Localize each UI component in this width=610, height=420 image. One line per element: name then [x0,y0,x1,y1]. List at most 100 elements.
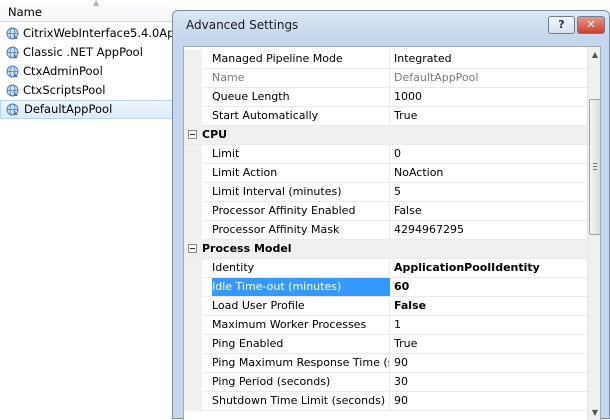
scroll-thumb[interactable] [589,99,600,235]
app-pool-icon [6,27,19,40]
app-pool-name: CtxAdminPool [23,64,103,78]
property-name: Ping Maximum Response Time (seconds) [212,354,390,372]
property-row[interactable]: Start Automatically True [184,107,587,126]
app-pool-icon [6,65,19,78]
property-row[interactable]: Limit Action NoAction [184,164,587,183]
grip-icon [593,163,597,170]
property-value[interactable]: DefaultAppPool [394,69,584,87]
dialog-title: Advanced Settings [186,18,299,32]
app-pool-name: Classic .NET AppPool [23,45,143,59]
property-name: Name [212,69,390,87]
row-gutter [184,88,202,107]
row-gutter [184,221,202,240]
property-row[interactable]: Queue Length 1000 [184,88,587,107]
property-name: Shutdown Time Limit (seconds) [212,392,390,410]
property-value[interactable]: ApplicationPoolIdentity [394,259,584,277]
app-pool-icon [6,84,19,97]
row-gutter [184,202,202,221]
property-row[interactable]: Ping Period (seconds) 30 [184,373,587,392]
property-name: Ping Enabled [212,335,390,353]
row-gutter [184,354,202,373]
property-row[interactable]: Processor Affinity Enabled False [184,202,587,221]
property-row[interactable]: Idle Time-out (minutes) 60 [184,278,587,297]
app-pool-list: CitrixWebInterface5.4.0AppPool Classic .N… [0,24,180,119]
app-pool-icon [6,103,19,116]
app-pool-icon [6,46,19,59]
row-gutter [184,164,202,183]
collapse-icon[interactable] [188,130,197,139]
property-row[interactable]: Ping Enabled True [184,335,587,354]
app-pool-item[interactable]: CtxAdminPool [0,62,180,81]
property-row[interactable]: Maximum Worker Processes 1 [184,316,587,335]
property-row[interactable]: Name DefaultAppPool [184,69,587,88]
row-gutter [184,259,202,278]
property-name: Identity [212,259,390,277]
app-pool-item[interactable]: Classic .NET AppPool [0,43,180,62]
property-value[interactable]: 30 [394,373,584,391]
property-value[interactable]: Integrated [394,50,584,68]
property-value[interactable]: 90 [394,354,584,372]
property-name: Limit Action [212,164,390,182]
app-pool-name: DefaultAppPool [24,102,113,116]
advanced-settings-dialog: Advanced Settings ? ✕ Managed Pipeline M… [172,10,610,420]
property-value[interactable]: 0 [394,145,584,163]
property-name: Limit Interval (minutes) [212,183,390,201]
category-process-model[interactable]: Process Model [184,240,587,259]
property-value[interactable]: 5 [394,183,584,201]
collapse-icon[interactable] [188,244,197,253]
close-button[interactable]: ✕ [577,16,605,34]
property-name: Managed Pipeline Mode [212,50,390,68]
property-value[interactable]: True [394,107,584,125]
property-value[interactable]: 90 [394,392,584,410]
category-label: CPU [202,128,228,141]
category-cpu[interactable]: CPU [184,126,587,145]
name-column-header[interactable]: ▲ Name [0,0,180,22]
property-row[interactable]: Processor Affinity Mask 4294967295 [184,221,587,240]
app-pool-item[interactable]: DefaultAppPool [0,100,180,119]
row-gutter [184,335,202,354]
property-row[interactable]: Managed Pipeline Mode Integrated [184,50,587,69]
property-grid: Managed Pipeline Mode Integrated Name Defau… [183,46,601,420]
property-row[interactable]: Limit Interval (minutes) 5 [184,183,587,202]
property-value[interactable]: NoAction [394,164,584,182]
property-row[interactable]: Ping Maximum Response Time (seconds)90 [184,354,587,373]
row-gutter [184,297,202,316]
app-pool-name: CitrixWebInterface5.4.0AppPool [23,26,180,40]
scroll-up-arrow-icon[interactable]: ▲ [588,47,600,63]
property-value[interactable]: 4294967295 [394,221,584,239]
property-value[interactable]: False [394,202,584,220]
property-name: Idle Time-out (minutes) [212,278,390,296]
category-label: Process Model [202,242,292,255]
property-row[interactable]: Limit 0 [184,145,587,164]
vertical-scrollbar[interactable]: ▲ ▼ [587,47,600,420]
help-button[interactable]: ? [548,16,575,34]
property-value[interactable]: 60 [394,278,584,296]
row-gutter [184,145,202,164]
row-gutter [184,373,202,392]
sort-ascending-icon: ▲ [93,0,100,7]
app-pool-item[interactable]: CtxScriptsPool [0,81,180,100]
property-value[interactable]: 1000 [394,88,584,106]
property-value[interactable]: False [394,297,584,315]
property-name: Start Automatically [212,107,390,125]
scroll-down-arrow-icon[interactable]: ▼ [588,405,600,420]
property-name: Processor Affinity Mask [212,221,390,239]
row-gutter [184,107,202,126]
name-column-label: Name [8,5,42,19]
property-name: Ping Period (seconds) [212,373,390,391]
property-name: Load User Profile [212,297,390,315]
app-pool-list-panel: ▲ Name CitrixWebInterface5.4.0AppPool Cla… [0,0,180,419]
app-pool-name: CtxScriptsPool [23,83,106,97]
property-name: Queue Length [212,88,390,106]
row-gutter [184,50,202,69]
app-pool-item[interactable]: CitrixWebInterface5.4.0AppPool [0,24,180,43]
property-name: Maximum Worker Processes [212,316,390,334]
property-row[interactable]: Load User Profile False [184,297,587,316]
row-gutter [184,69,202,88]
property-rows: Managed Pipeline Mode Integrated Name Defau… [184,50,587,411]
property-row[interactable]: Shutdown Time Limit (seconds) 90 [184,392,587,411]
dialog-titlebar[interactable]: Advanced Settings ? ✕ [173,11,609,39]
property-value[interactable]: True [394,335,584,353]
property-value[interactable]: 1 [394,316,584,334]
property-row[interactable]: Identity ApplicationPoolIdentity [184,259,587,278]
